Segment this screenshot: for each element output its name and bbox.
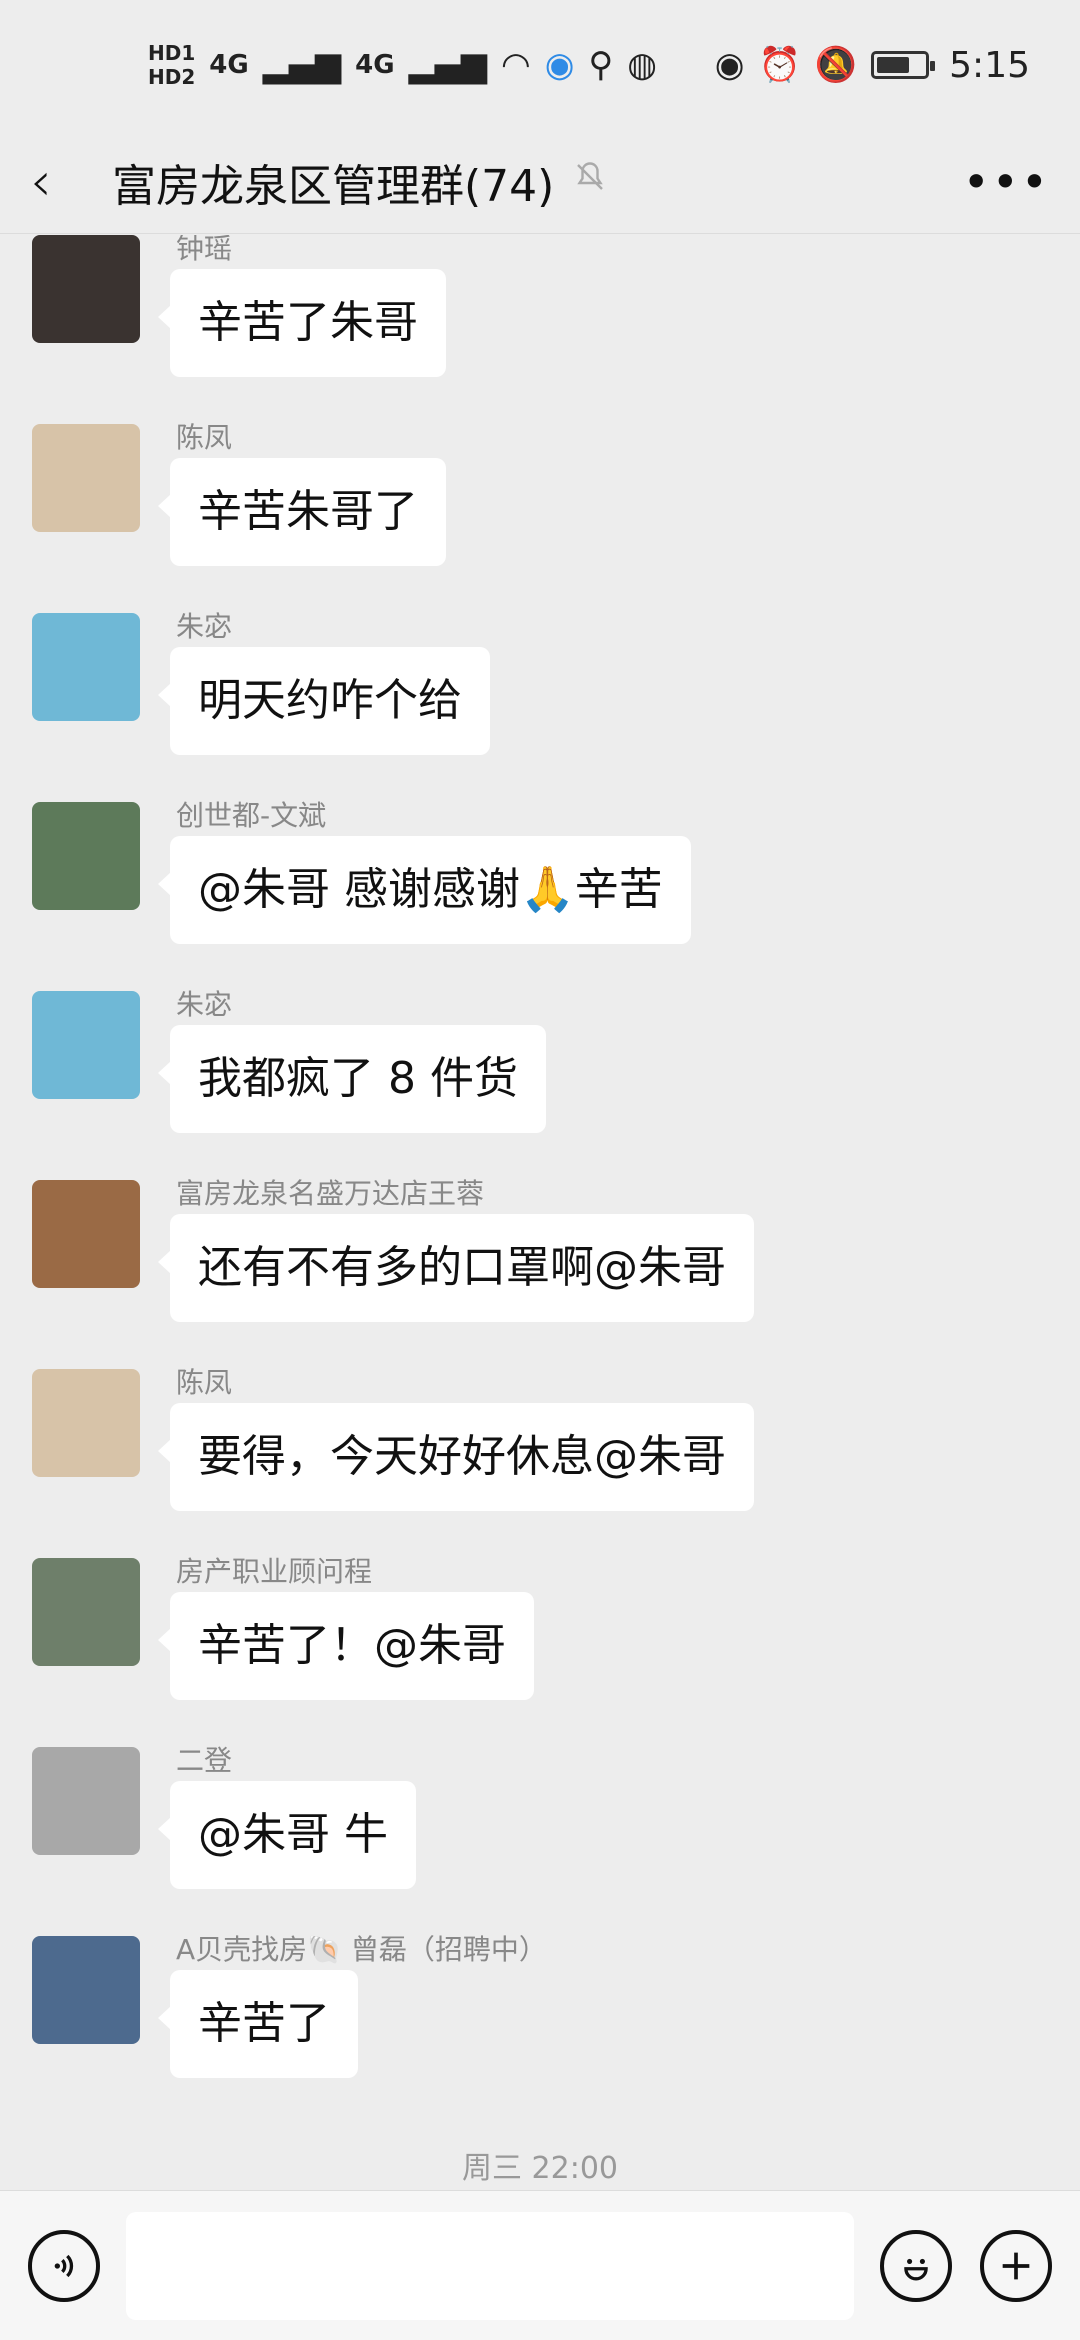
- sender-name: 朱宓: [176, 610, 233, 643]
- message-bubble[interactable]: 明天约咋个给: [158, 647, 490, 755]
- browser-icon: ◉: [544, 45, 575, 85]
- chat-header: ‹ 富房龙泉区管理群(74) •••: [0, 130, 1080, 234]
- avatar[interactable]: [32, 613, 140, 721]
- avatar[interactable]: [32, 1180, 140, 1288]
- eye-icon: ◉: [714, 45, 745, 85]
- clock-time: 5:15: [949, 44, 1030, 86]
- message-bubble[interactable]: 辛苦朱哥了: [158, 458, 446, 566]
- avatar[interactable]: [32, 1747, 140, 1855]
- message-bubble[interactable]: @朱哥 牛: [158, 1781, 416, 1889]
- signal-bars-icon: ▂▄▆: [262, 45, 342, 85]
- back-icon[interactable]: ‹: [30, 150, 78, 213]
- status-left: HD1 HD2 4G ▂▄▆ 4G ▂▄▆ ◠ ◉ ⚲ ◍: [148, 41, 657, 89]
- avatar[interactable]: [32, 1936, 140, 2044]
- sender-name: 陈凤: [176, 1366, 233, 1399]
- message-input[interactable]: [126, 2211, 854, 2320]
- mute-icon: [572, 159, 608, 204]
- message-bubble[interactable]: 辛苦了！@朱哥: [158, 1592, 534, 1700]
- sender-name: 朱宓: [176, 988, 233, 1021]
- alarm-icon: ⏰: [758, 45, 801, 85]
- avatar[interactable]: [32, 802, 140, 910]
- sender-name: 钟瑶: [176, 235, 233, 265]
- hd1-label: HD1: [148, 41, 196, 65]
- hd2-label: HD2: [148, 65, 196, 89]
- sender-name: 二登: [176, 1744, 233, 1777]
- message-bubble[interactable]: 辛苦了: [158, 1970, 358, 2078]
- wechat-icon: ◍: [627, 45, 657, 85]
- avatar[interactable]: [32, 991, 140, 1099]
- sender-name: 房产职业顾问程: [176, 1555, 373, 1588]
- signal-bars-icon-2: ▂▄▆: [408, 45, 488, 85]
- input-bar: [0, 2190, 1080, 2340]
- message-bubble[interactable]: 我都疯了 8 件货: [158, 1025, 546, 1133]
- message-bubble[interactable]: @朱哥 感谢感谢🙏辛苦: [158, 836, 691, 944]
- avatar[interactable]: [32, 1369, 140, 1477]
- message-list[interactable]: 钟瑶 辛苦了朱哥 陈凤 辛苦朱哥了 朱宓 明天约咋个给 创世都-文斌 @朱哥 感…: [0, 235, 1080, 2190]
- group-title: 富房龙泉区管理群(74): [112, 160, 555, 212]
- message-bubble[interactable]: 辛苦了朱哥: [158, 269, 446, 377]
- wifi-icon: ◠: [501, 45, 531, 85]
- status-bar: HD1 HD2 4G ▂▄▆ 4G ▂▄▆ ◠ ◉ ⚲ ◍ ◉ ⏰ 🔕 5:15: [0, 0, 1080, 130]
- message-bubble[interactable]: 还有不有多的口罩啊@朱哥: [158, 1214, 754, 1322]
- add-icon[interactable]: [980, 2229, 1052, 2302]
- sender-name: 陈凤: [176, 421, 233, 454]
- status-right: ◉ ⏰ 🔕 5:15: [715, 45, 1030, 86]
- bell-off-icon: 🔕: [814, 45, 858, 85]
- emoji-icon[interactable]: [880, 2229, 952, 2302]
- search-icon: ⚲: [588, 45, 614, 85]
- sender-name: 创世都-文斌: [176, 799, 327, 832]
- time-divider: 周三 22:00: [462, 2151, 618, 2186]
- avatar[interactable]: [32, 235, 140, 343]
- sender-name: 富房龙泉名盛万达店王蓉: [176, 1177, 485, 1210]
- sender-name: A贝壳找房🐚 曾磊（招聘中）: [176, 1933, 547, 1966]
- signal1-label: 4G: [209, 50, 249, 80]
- message-bubble[interactable]: 要得，今天好好休息@朱哥: [158, 1403, 754, 1511]
- avatar[interactable]: [32, 1558, 140, 1666]
- battery-icon: [871, 51, 936, 79]
- hd-indicators: HD1 HD2: [148, 41, 195, 89]
- voice-input-icon[interactable]: [28, 2229, 100, 2302]
- signal2-label: 4G: [355, 50, 395, 80]
- avatar[interactable]: [32, 424, 140, 532]
- more-options-icon[interactable]: •••: [963, 155, 1050, 209]
